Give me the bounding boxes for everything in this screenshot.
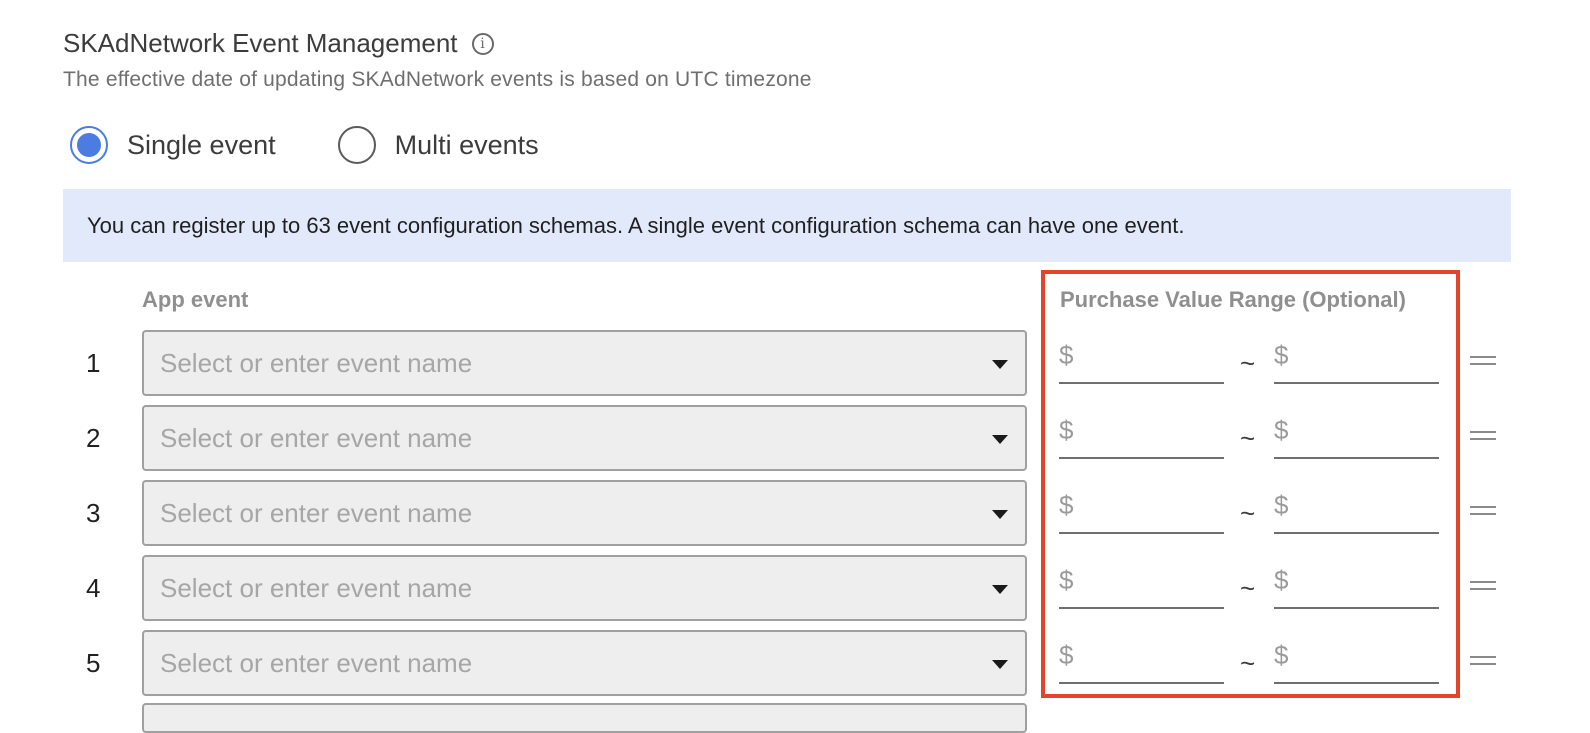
purchase-max-field[interactable]: $ [1274,405,1439,459]
purchase-max-field[interactable]: $ [1274,330,1439,384]
purchase-min-field[interactable]: $ [1059,330,1224,384]
currency-symbol: $ [1059,340,1074,370]
currency-symbol: $ [1059,640,1074,670]
drag-handle-icon[interactable] [1470,431,1496,441]
purchase-max-field[interactable]: $ [1274,480,1439,534]
purchase-min-field[interactable]: $ [1059,405,1224,459]
event-select[interactable] [142,405,1027,471]
purchase-max-input[interactable] [1292,492,1423,520]
purchase-max-input[interactable] [1292,567,1423,595]
purchase-min-field[interactable]: $ [1059,555,1224,609]
currency-symbol: $ [1059,415,1074,445]
section-header: SKAdNetwork Event Management i [63,28,494,59]
radio-label: Multi events [394,129,539,160]
radio-checked-icon[interactable] [70,126,108,164]
purchase-min-input[interactable] [1077,417,1208,445]
event-name-input[interactable] [160,568,960,608]
currency-symbol: $ [1274,565,1289,595]
table-row: 2 $ ~ $ [0,405,1590,471]
info-banner: You can register up to 63 event configur… [63,189,1511,262]
currency-symbol: $ [1059,565,1074,595]
caret-down-icon[interactable] [992,585,1008,594]
table-row: 3 $ ~ $ [0,480,1590,546]
purchase-max-input[interactable] [1292,642,1423,670]
event-select[interactable] [142,630,1027,696]
info-icon[interactable]: i [471,32,494,55]
currency-symbol: $ [1274,490,1289,520]
event-select-partial[interactable] [142,703,1027,733]
radio-dot [77,133,101,157]
drag-handle-icon[interactable] [1470,356,1496,366]
purchase-min-input[interactable] [1077,492,1208,520]
event-name-input[interactable] [160,343,960,383]
radio-single-event[interactable]: Single event [70,126,276,164]
purchase-min-field[interactable]: $ [1059,480,1224,534]
purchase-min-input[interactable] [1077,642,1208,670]
currency-symbol: $ [1059,490,1074,520]
purchase-min-input[interactable] [1077,342,1208,370]
radio-multi-events[interactable]: Multi events [337,126,539,164]
page-subtitle: The effective date of updating SKAdNetwo… [63,68,812,91]
purchase-max-input[interactable] [1292,342,1423,370]
purchase-value-range-column-header: Purchase Value Range (Optional) [1060,287,1406,312]
page-title: SKAdNetwork Event Management [63,28,458,58]
event-select[interactable] [142,555,1027,621]
row-number: 2 [86,423,101,453]
row-number: 3 [86,498,101,528]
caret-down-icon[interactable] [992,510,1008,519]
app-event-column-header: App event [142,287,249,312]
purchase-min-field[interactable]: $ [1059,630,1224,684]
currency-symbol: $ [1274,640,1289,670]
event-mode-radio-group: Single event Multi events [70,126,539,164]
purchase-max-input[interactable] [1292,417,1423,445]
table-row: 1 $ ~ $ [0,330,1590,396]
drag-handle-icon[interactable] [1470,581,1496,591]
info-banner-text: You can register up to 63 event configur… [87,212,1185,238]
table-row: 4 $ ~ $ [0,555,1590,621]
purchase-max-field[interactable]: $ [1274,555,1439,609]
radio-unchecked-icon[interactable] [337,126,376,164]
range-separator: ~ [1240,348,1256,378]
event-name-input[interactable] [160,418,960,458]
row-number: 5 [86,648,101,678]
purchase-max-field[interactable]: $ [1274,630,1439,684]
range-separator: ~ [1240,498,1256,528]
event-name-input[interactable] [160,493,960,533]
event-select[interactable] [142,480,1027,546]
radio-label: Single event [127,129,276,160]
drag-handle-icon[interactable] [1470,656,1496,666]
row-number: 4 [86,573,101,603]
range-separator: ~ [1240,573,1256,603]
event-name-input[interactable] [160,643,960,683]
currency-symbol: $ [1274,415,1289,445]
purchase-min-input[interactable] [1077,567,1208,595]
event-select[interactable] [142,330,1027,396]
range-separator: ~ [1240,648,1256,678]
drag-handle-icon[interactable] [1470,506,1496,516]
row-number: 1 [86,348,101,378]
caret-down-icon[interactable] [992,360,1008,369]
range-separator: ~ [1240,423,1256,453]
table-row: 5 $ ~ $ [0,630,1590,696]
currency-symbol: $ [1274,340,1289,370]
caret-down-icon[interactable] [992,660,1008,669]
caret-down-icon[interactable] [992,435,1008,444]
